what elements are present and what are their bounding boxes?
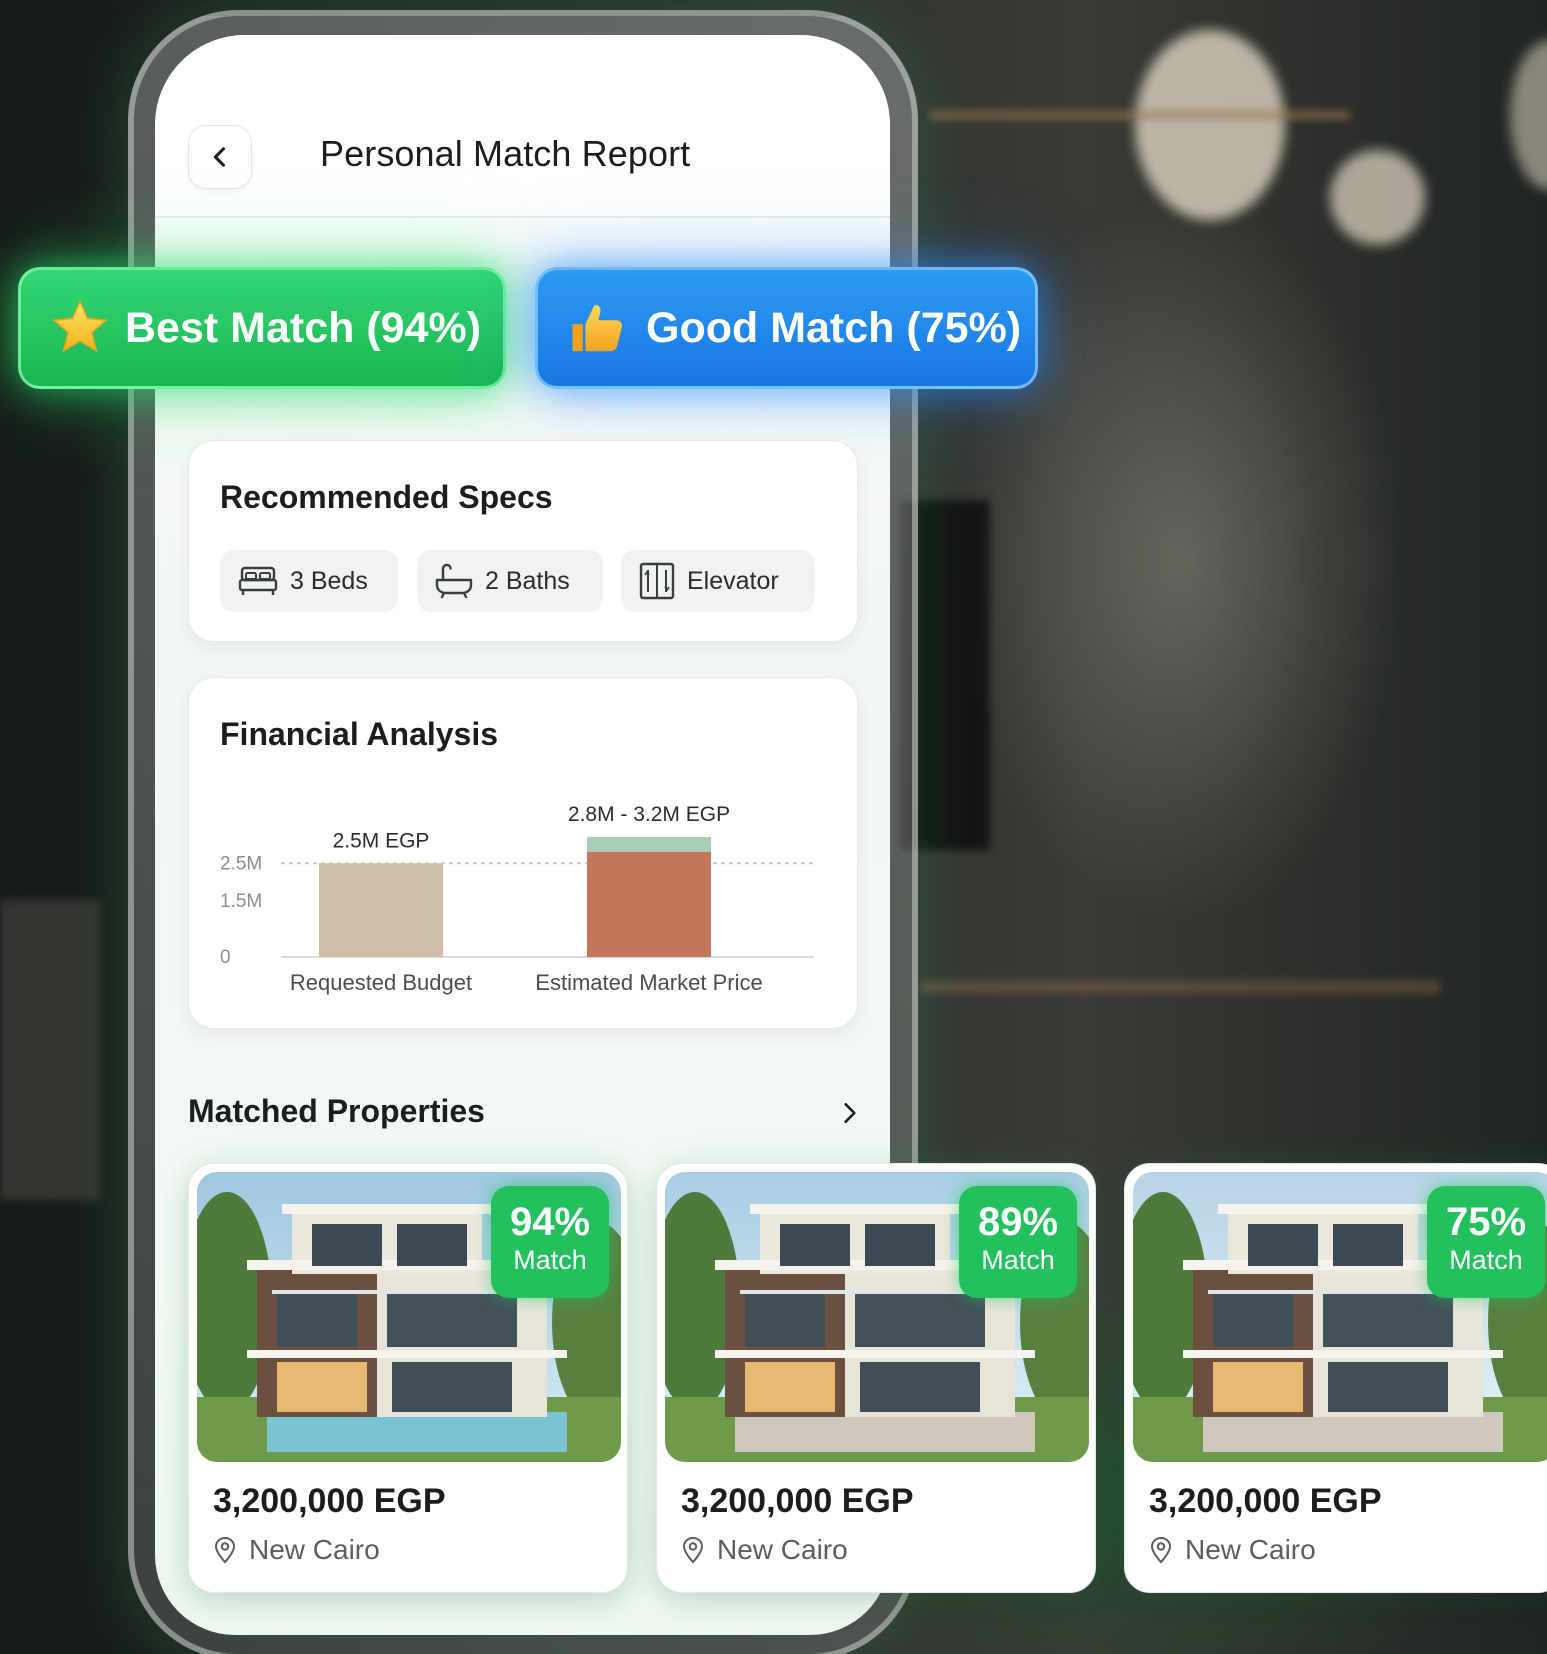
good-match-badge[interactable]: Good Match (75%) [535, 267, 1038, 389]
x-category-label: Requested Budget [290, 970, 472, 995]
property-photo: 75% Match [1133, 1172, 1547, 1462]
property-location: New Cairo [681, 1534, 848, 1566]
pendant-lamp [1510, 40, 1547, 190]
thumbs-up-icon [566, 297, 628, 359]
best-match-label: Best Match (94%) [125, 303, 482, 352]
chart-bar [587, 852, 711, 957]
property-price: 3,200,000 EGP [1149, 1482, 1382, 1520]
match-word: Match [1449, 1245, 1523, 1275]
spec-chip-elevator: Elevator [621, 550, 815, 612]
location-pin-icon [1150, 1536, 1172, 1564]
financial-chart: 0 1.5M 2.5M 2.5M EGP Requested Budget 2.8M - … [220, 803, 814, 995]
y-tick-label: 0 [220, 947, 231, 968]
match-badge: 75% Match [1427, 1186, 1545, 1298]
see-all-properties-button[interactable] [830, 1093, 870, 1133]
match-badge: 89% Match [959, 1186, 1077, 1298]
match-badge: 94% Match [491, 1186, 609, 1298]
property-card[interactable]: 89% Match 3,200,000 EGP New Cairo [656, 1163, 1096, 1593]
good-match-label: Good Match (75%) [646, 303, 1022, 352]
spec-chip-baths: 2 Baths [417, 550, 603, 612]
property-price: 3,200,000 EGP [213, 1482, 446, 1520]
property-card[interactable]: 75% Match 3,200,000 EGP New Cairo [1124, 1163, 1547, 1593]
location-pin-icon [214, 1536, 236, 1564]
property-location-text: New Cairo [249, 1534, 380, 1565]
x-category-label: Estimated Market Price [535, 970, 762, 995]
app-header: Personal Match Report [155, 35, 890, 218]
property-location-text: New Cairo [1185, 1534, 1316, 1565]
location-pin-icon [682, 1536, 704, 1564]
bar-data-label: 2.8M - 3.2M EGP [568, 803, 730, 826]
best-match-badge[interactable]: Best Match (94%) [18, 267, 506, 389]
property-location: New Cairo [1149, 1534, 1316, 1566]
recommended-specs-title: Recommended Specs [220, 479, 553, 515]
y-tick-label: 2.5M [220, 853, 262, 874]
property-photo: 94% Match [197, 1172, 621, 1462]
match-percent: 94% [509, 1200, 591, 1244]
side-furniture [0, 900, 100, 1200]
recommended-specs-card: Recommended Specs 3 Beds 2 Baths Elevato… [188, 440, 858, 642]
matched-properties-title: Matched Properties [188, 1093, 485, 1129]
y-tick-label: 1.5M [220, 891, 262, 912]
page-title: Personal Match Report [320, 133, 691, 174]
property-card[interactable]: 94% Match 3,200,000 EGP New Cairo [188, 1163, 628, 1593]
match-percent: 89% [977, 1200, 1059, 1244]
console-table [920, 980, 1440, 994]
property-photo: 89% Match [665, 1172, 1089, 1462]
chart-bar [319, 863, 443, 957]
wall-shelf [930, 110, 1350, 120]
property-location: New Cairo [213, 1534, 380, 1566]
chart-bar-range [587, 837, 711, 852]
match-word: Match [513, 1245, 587, 1275]
property-location-text: New Cairo [717, 1534, 848, 1565]
match-percent: 75% [1445, 1200, 1527, 1244]
spec-chip-beds: 3 Beds [220, 550, 398, 612]
pendant-lamp [1330, 150, 1425, 245]
spec-chip-label: 3 Beds [290, 566, 368, 595]
back-button[interactable] [188, 125, 252, 189]
spec-chip-label: Elevator [687, 566, 779, 595]
elevator-icon [639, 562, 675, 600]
spec-chip-label: 2 Baths [485, 566, 570, 595]
bar-data-label: 2.5M EGP [333, 829, 430, 852]
pendant-lamp [1135, 30, 1285, 220]
chevron-right-icon [844, 1103, 856, 1123]
match-word: Match [981, 1245, 1055, 1275]
chevron-left-icon [213, 147, 226, 167]
bed-icon [238, 566, 278, 595]
bathtub-icon [435, 563, 473, 599]
star-icon [49, 297, 111, 359]
financial-analysis-card: Financial Analysis 0 1.5M 2.5M 2.5M EGP Requ… [188, 677, 858, 1029]
property-price: 3,200,000 EGP [681, 1482, 914, 1520]
